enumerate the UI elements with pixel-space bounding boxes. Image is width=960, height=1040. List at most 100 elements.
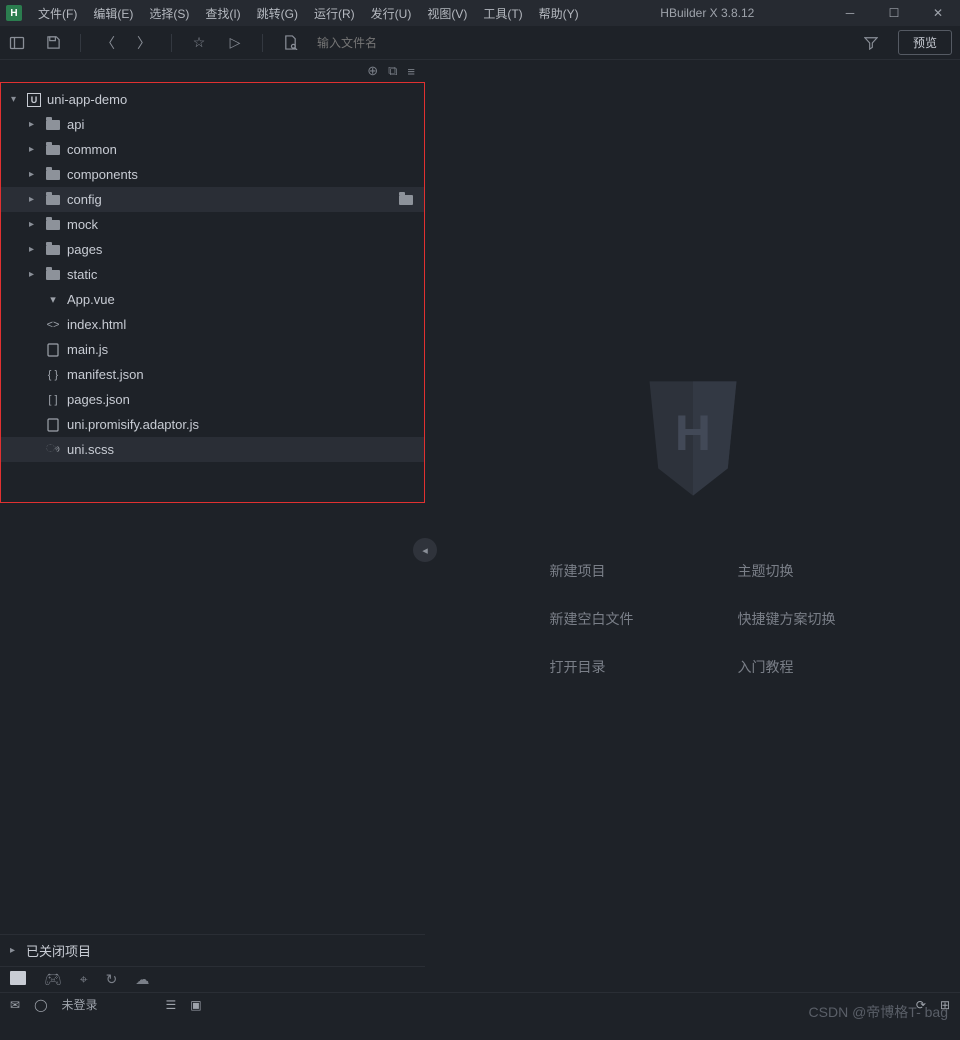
minimize-button[interactable]: ─ (828, 0, 872, 26)
folder-icon (45, 242, 61, 258)
tree-item-label: api (67, 117, 84, 132)
js-file-icon (45, 342, 61, 358)
menu-run[interactable]: 运行(R) (306, 5, 363, 22)
folder-icon (45, 167, 61, 183)
list-icon[interactable]: ☰ (166, 998, 177, 1012)
folder-icon (45, 117, 61, 133)
tree-file[interactable]: main.js (1, 337, 424, 362)
uniapp-project-icon: U (27, 93, 41, 107)
tree-file[interactable]: [ ]pages.json (1, 387, 424, 412)
chevron-right-icon[interactable] (29, 244, 39, 255)
tree-item-label: App.vue (67, 292, 115, 307)
vue-file-icon: ▾ (45, 292, 61, 308)
link-shortcut-switch[interactable]: 快捷键方案切换 (738, 609, 836, 629)
menu-tools[interactable]: 工具(T) (475, 5, 530, 22)
link-new-project[interactable]: 新建项目 (550, 561, 648, 581)
menu-publish[interactable]: 发行(U) (363, 5, 420, 22)
menu-file[interactable]: 文件(F) (30, 5, 85, 22)
chevron-right-icon[interactable] (29, 269, 39, 280)
cloud-icon[interactable]: ☁︎ (135, 971, 149, 988)
save-icon[interactable] (44, 34, 62, 52)
separator (262, 34, 263, 52)
chevron-right-icon[interactable] (29, 169, 39, 180)
folder-icon (45, 192, 61, 208)
debug-icon[interactable]: ⌖ (80, 971, 88, 988)
app-icon: H (6, 5, 22, 21)
svg-text:H: H (674, 404, 710, 460)
controller-icon[interactable]: 🎮︎ (44, 971, 62, 988)
filter-icon[interactable] (862, 34, 880, 52)
link-new-file[interactable]: 新建空白文件 (550, 609, 648, 629)
message-icon[interactable]: ✉ (10, 998, 20, 1012)
run-icon[interactable]: ▷ (226, 34, 244, 52)
close-button[interactable]: ✕ (916, 0, 960, 26)
closed-projects-section[interactable]: 已关闭项目 (0, 934, 425, 966)
menu-find[interactable]: 查找(I) (197, 5, 248, 22)
menu-goto[interactable]: 跳转(G) (249, 5, 306, 22)
project-name: uni-app-demo (47, 92, 127, 107)
window-controls: ─ ☐ ✕ (828, 0, 960, 26)
menu-select[interactable]: 选择(S) (141, 5, 197, 22)
collapse-all-icon[interactable]: ⧉ (388, 63, 397, 79)
tree-folder[interactable]: components (1, 162, 424, 187)
tree-folder[interactable]: mock (1, 212, 424, 237)
tree-file[interactable]: <>index.html (1, 312, 424, 337)
tree-item-label: components (67, 167, 138, 182)
js-file-icon (45, 417, 61, 433)
tree-item-label: uni.scss (67, 442, 114, 457)
link-tutorial[interactable]: 入门教程 (738, 657, 836, 677)
forward-icon[interactable]: 〉 (135, 34, 153, 52)
star-icon[interactable]: ☆ (190, 34, 208, 52)
menu-edit[interactable]: 编辑(E) (85, 5, 141, 22)
preview-button[interactable]: 预览 (898, 30, 952, 55)
tree-item-label: config (67, 192, 102, 207)
scss-file-icon: ෟ (45, 442, 61, 458)
tree-file[interactable]: ෟ uni.scss (1, 437, 424, 462)
tree-item-label: manifest.json (67, 367, 144, 382)
folder-icon (45, 267, 61, 283)
chevron-right-icon[interactable] (29, 219, 39, 230)
folder-icon (45, 142, 61, 158)
sidebar: ⊕ ⧉ ≡ U uni-app-demo api common components… (0, 60, 425, 992)
refresh-icon[interactable]: ↻ (106, 971, 118, 988)
chevron-down-icon[interactable] (11, 94, 21, 105)
new-file-icon[interactable]: ⊕ (367, 63, 378, 79)
closed-projects-label: 已关闭项目 (26, 941, 91, 960)
maximize-button[interactable]: ☐ (872, 0, 916, 26)
html-file-icon: <> (45, 317, 61, 333)
welcome-links: 新建项目 主题切换 新建空白文件 快捷键方案切换 打开目录 入门教程 (550, 561, 836, 677)
menu-help[interactable]: 帮助(Y) (531, 5, 587, 22)
tree-folder[interactable]: config (1, 187, 424, 212)
explorer-menu-icon[interactable]: ≡ (407, 64, 415, 79)
tree-folder[interactable]: pages (1, 237, 424, 262)
chevron-right-icon[interactable] (29, 144, 39, 155)
collapse-handle[interactable]: ◂ (413, 538, 437, 562)
explorer-toolbar: ⊕ ⧉ ≡ (0, 60, 425, 82)
window-title: HBuilder X 3.8.12 (587, 6, 828, 20)
link-theme-switch[interactable]: 主题切换 (738, 561, 836, 581)
back-icon[interactable]: 〈 (99, 34, 117, 52)
tree-file[interactable]: ▾ App.vue (1, 287, 424, 312)
chevron-right-icon[interactable] (29, 119, 39, 130)
file-tree: U uni-app-demo api common components config… (1, 83, 424, 462)
terminal-icon[interactable]: ▣ (190, 998, 201, 1012)
tree-file[interactable]: { }manifest.json (1, 362, 424, 387)
link-open-dir[interactable]: 打开目录 (550, 657, 648, 677)
search-input[interactable] (317, 36, 844, 50)
account-icon[interactable]: ◯ (34, 998, 47, 1012)
tree-folder[interactable]: common (1, 137, 424, 162)
login-status[interactable]: 未登录 (62, 996, 98, 1013)
tree-item-label: pages.json (67, 392, 130, 407)
tree-folder[interactable]: static (1, 262, 424, 287)
annotation-box: U uni-app-demo api common components config… (0, 82, 425, 503)
tree-item-label: static (67, 267, 97, 282)
tree-project-root[interactable]: U uni-app-demo (1, 87, 424, 112)
activity-bar: 🎮︎ ⌖ ↻ ☁︎ (0, 966, 425, 992)
menu-view[interactable]: 视图(V) (419, 5, 475, 22)
chevron-right-icon[interactable] (29, 194, 39, 205)
file-search-icon[interactable] (281, 34, 299, 52)
tree-file[interactable]: uni.promisify.adaptor.js (1, 412, 424, 437)
explorer-view-icon[interactable] (10, 971, 26, 988)
tree-folder[interactable]: api (1, 112, 424, 137)
panel-toggle-icon[interactable] (8, 34, 26, 52)
